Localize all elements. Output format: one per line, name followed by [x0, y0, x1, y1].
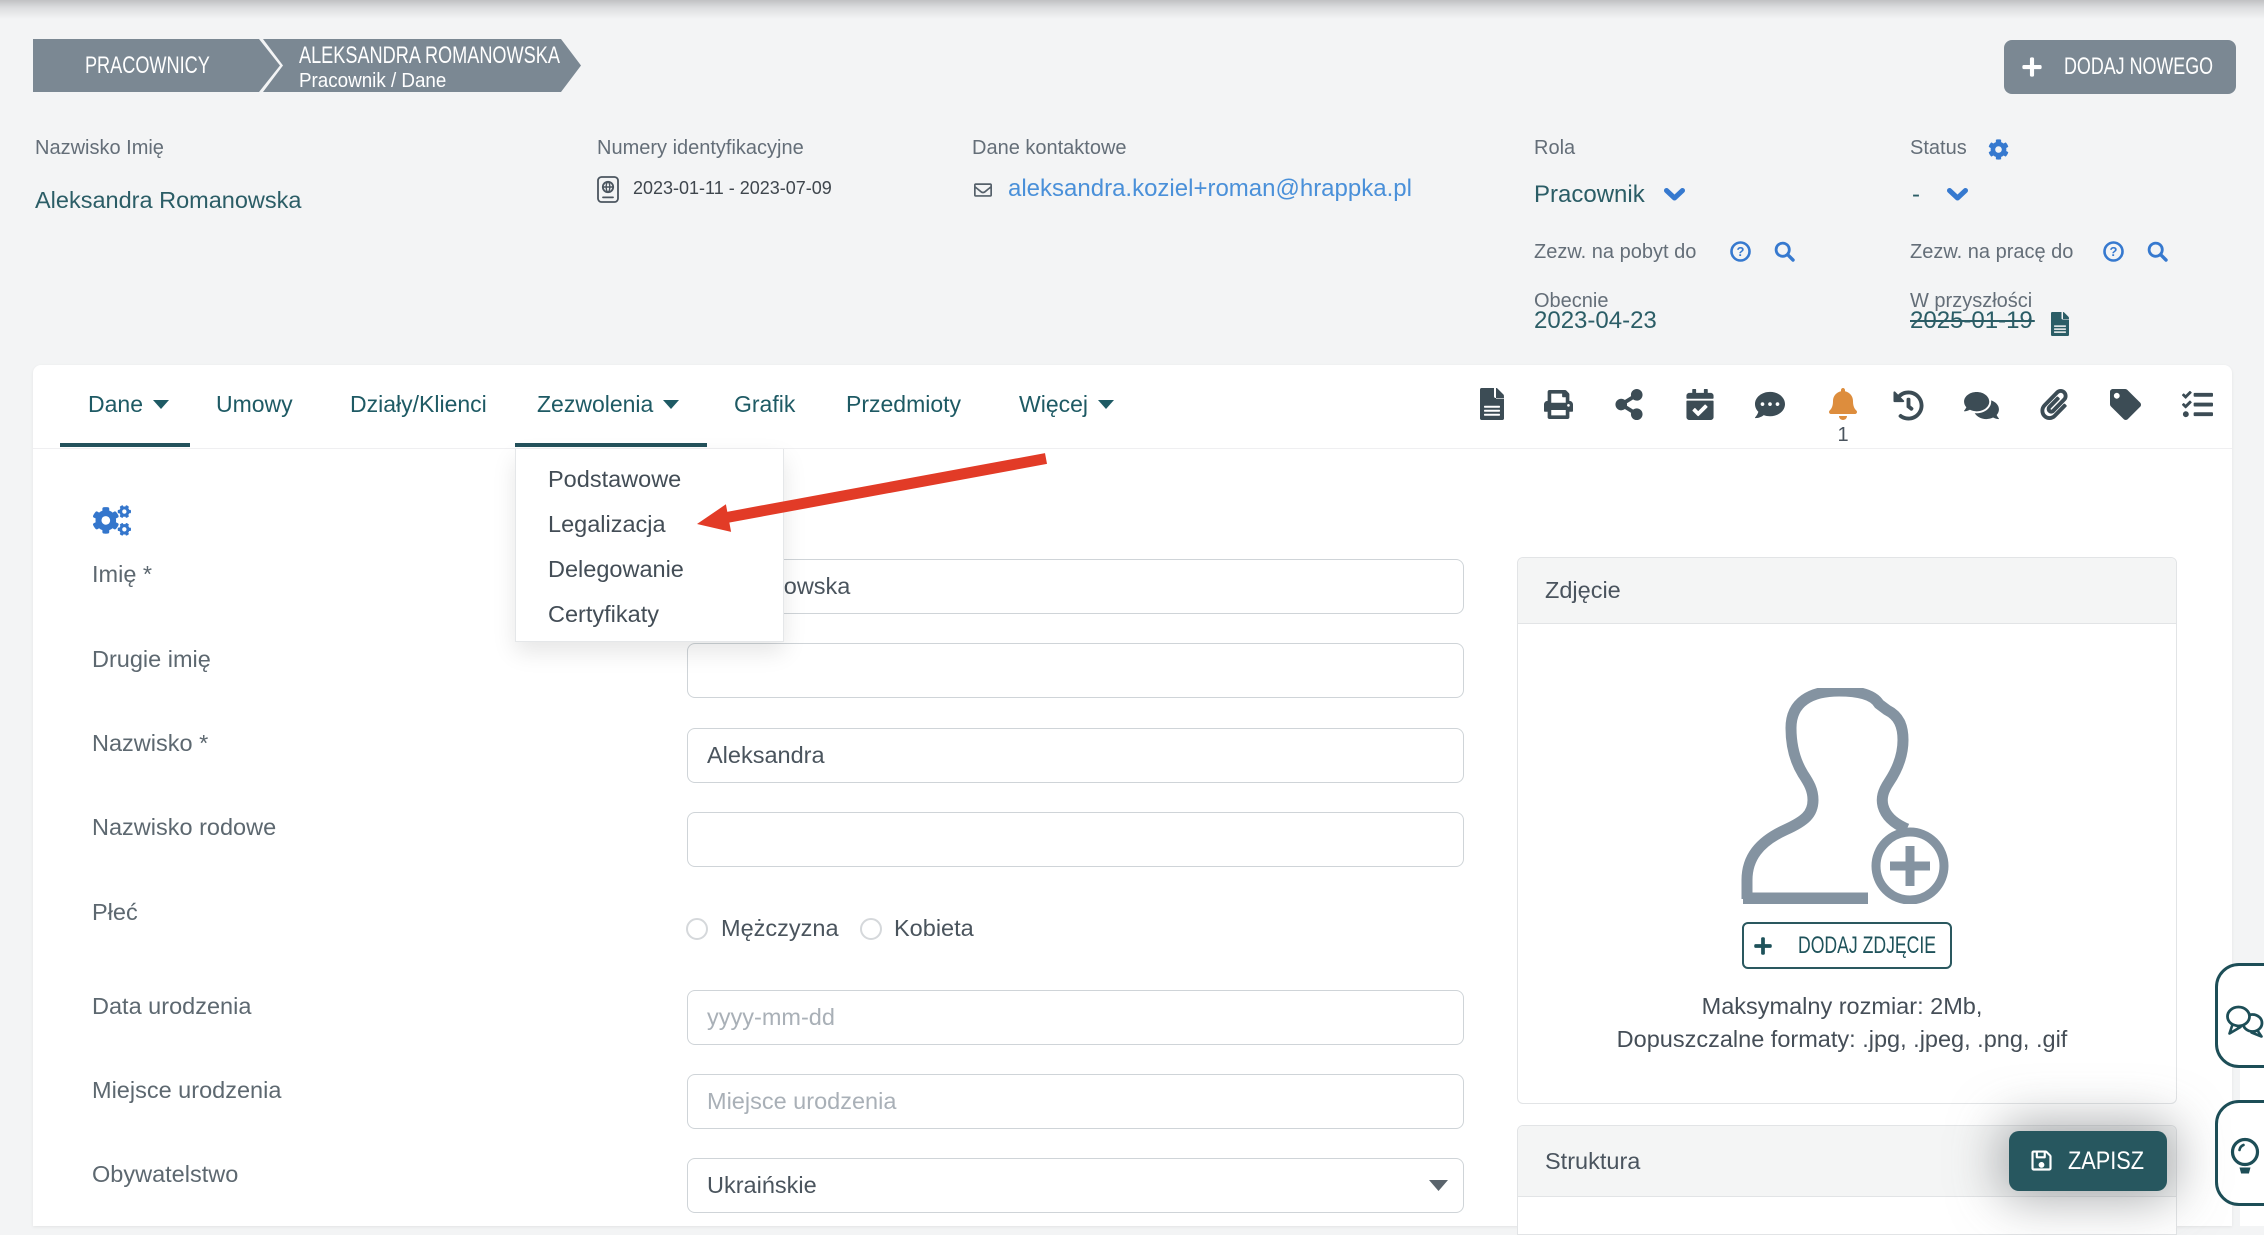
- svg-text:?: ?: [2110, 244, 2118, 259]
- svg-text:?: ?: [1737, 244, 1745, 259]
